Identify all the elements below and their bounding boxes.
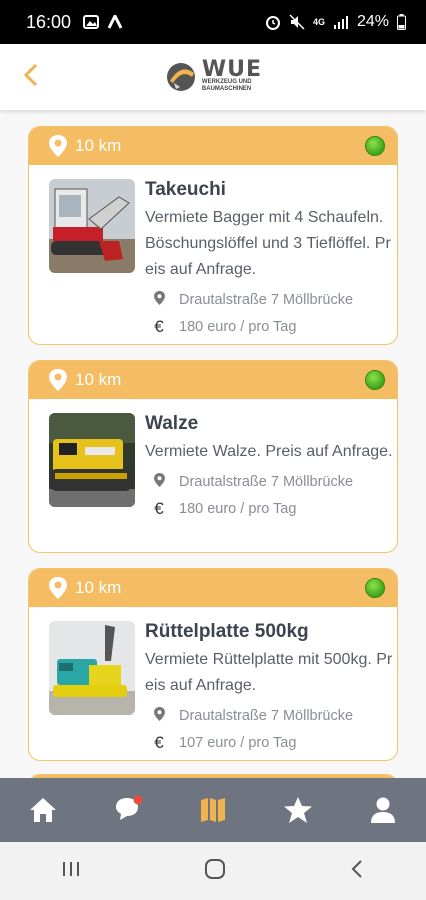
- system-back-button[interactable]: [349, 858, 365, 885]
- listing-price: € 180 euro / pro Tag: [151, 317, 397, 337]
- distance-label: 10 km: [75, 370, 122, 389]
- availability-dot: [365, 578, 385, 598]
- logo-word: WUE: [201, 57, 263, 82]
- listing-address: Drautalstraße 7 Möllbrücke: [151, 291, 397, 309]
- home-system-button[interactable]: [204, 858, 226, 885]
- map-marker-icon: [153, 291, 165, 305]
- map-icon: [200, 798, 225, 822]
- card-header: 10 km: [29, 127, 397, 165]
- price-text: 180 euro / pro Tag: [179, 319, 297, 335]
- euro-icon: €: [154, 499, 164, 518]
- system-navigation: [0, 842, 426, 900]
- status-time: 16:00: [26, 11, 72, 32]
- user-icon: [371, 797, 396, 823]
- address-text: Drautalstraße 7 Möllbrücke: [179, 474, 354, 490]
- distance-label: 10 km: [75, 136, 122, 155]
- listing-title: Walze: [145, 413, 199, 434]
- back-chevron-icon: [351, 859, 362, 878]
- address-text: Drautalstraße 7 Möllbrücke: [179, 708, 354, 724]
- alarm-icon: [265, 16, 280, 30]
- listing-card[interactable]: 10 km Takeuchi Vermiete Bagger mit 4 Sch…: [28, 126, 398, 345]
- availability-dot: [365, 370, 385, 390]
- listing-image-roller[interactable]: [49, 413, 135, 507]
- wue-logo: WUE WERKZEUG UND BAUMASCHINEN: [164, 57, 263, 93]
- distance-label: 10 km: [75, 578, 122, 597]
- euro-icon: €: [154, 317, 164, 336]
- recent-apps-icon: [63, 861, 80, 876]
- nav-favorites[interactable]: [278, 790, 318, 830]
- listing-price: € 107 euro / pro Tag: [151, 733, 397, 753]
- signal-icon: [333, 16, 348, 29]
- card-header: 10 km: [29, 361, 397, 399]
- listing-description: Vermiete Bagger mit 4 Schaufeln. Böschun…: [145, 209, 391, 278]
- back-button[interactable]: [22, 62, 46, 92]
- listing-card[interactable]: 10 km Walze Vermiete Walze. Preis auf An…: [28, 360, 398, 553]
- price-text: 107 euro / pro Tag: [179, 735, 297, 751]
- nav-home[interactable]: [23, 790, 63, 830]
- listing-feed[interactable]: 10 km Takeuchi Vermiete Bagger mit 4 Sch…: [0, 110, 426, 778]
- nav-profile[interactable]: [363, 790, 403, 830]
- location-pin-icon: [49, 577, 67, 599]
- card-header: 10 km: [29, 569, 397, 607]
- bottom-navigation: [0, 778, 426, 842]
- logo-mark-icon: [166, 63, 195, 91]
- listing-address: Drautalstraße 7 Möllbrücke: [151, 707, 397, 725]
- listing-description: Vermiete Rüttelplatte mit 500kg. Preis a…: [145, 651, 393, 694]
- location-pin-icon: [49, 369, 67, 391]
- logo-subtitle-2: BAUMASCHINEN: [201, 86, 252, 92]
- home-circle-icon: [204, 858, 225, 879]
- address-text: Drautalstraße 7 Möllbrücke: [179, 292, 354, 308]
- app-a-icon: [107, 15, 123, 29]
- star-icon: [284, 797, 313, 823]
- price-text: 180 euro / pro Tag: [179, 501, 297, 517]
- location-pin-icon: [49, 135, 67, 157]
- network-label: 4G: [312, 17, 325, 27]
- euro-icon: €: [154, 733, 164, 752]
- gallery-icon: [83, 15, 100, 29]
- map-marker-icon: [153, 707, 165, 721]
- nav-map[interactable]: [193, 790, 233, 830]
- recent-apps-button[interactable]: [61, 859, 81, 884]
- app-header: WUE WERKZEUG UND BAUMASCHINEN: [0, 44, 426, 110]
- listing-address: Drautalstraße 7 Möllbrücke: [151, 473, 397, 491]
- listing-price: € 180 euro / pro Tag: [151, 499, 397, 519]
- listing-title: Rüttelplatte 500kg: [145, 621, 309, 642]
- nav-messages[interactable]: [108, 790, 148, 830]
- battery-text: 24%: [356, 13, 389, 30]
- listing-description: Vermiete Walze. Preis auf Anfrage.: [145, 443, 393, 460]
- battery-icon: [397, 14, 406, 30]
- chat-icon: [115, 795, 143, 820]
- chevron-left-icon: [23, 63, 38, 87]
- mute-icon: [289, 14, 305, 30]
- status-bar: 16:00 4G 24%: [0, 0, 426, 44]
- availability-dot: [365, 136, 385, 156]
- listing-card[interactable]: 10 km Rüttelplatte 500kg Vermiete Rüttel…: [28, 568, 398, 761]
- listing-title: Takeuchi: [145, 179, 226, 200]
- listing-image-excavator[interactable]: [49, 179, 135, 273]
- map-marker-icon: [153, 473, 165, 487]
- home-icon: [29, 798, 56, 822]
- listing-image-plate-compactor[interactable]: [49, 621, 135, 715]
